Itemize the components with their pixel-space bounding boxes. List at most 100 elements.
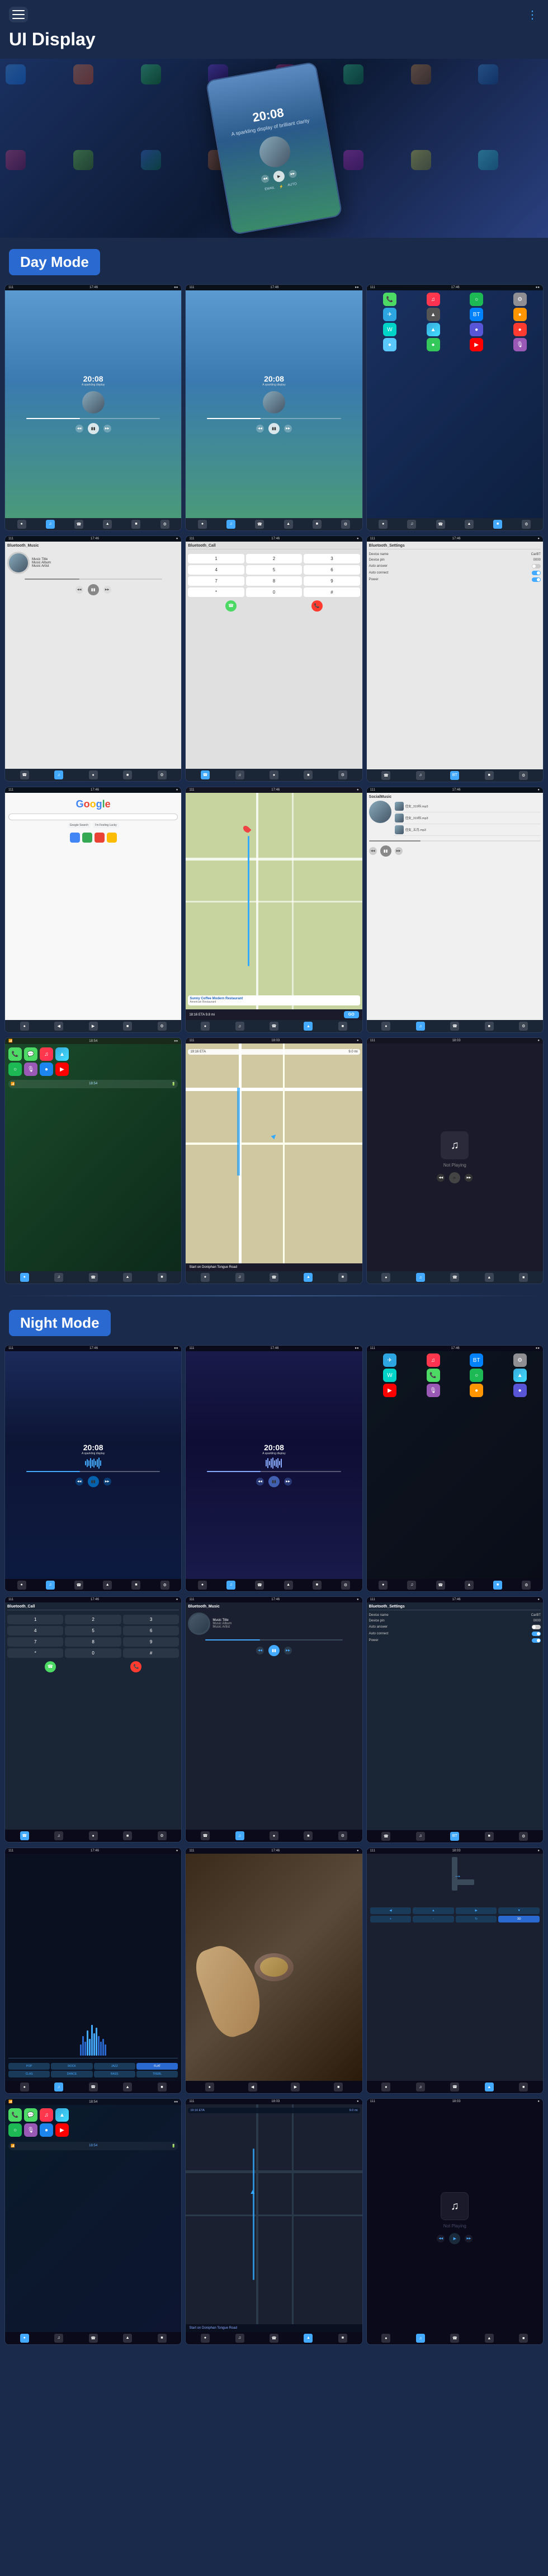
nav-music-3[interactable]: ♫ xyxy=(407,520,416,529)
nk-1[interactable]: 1 xyxy=(7,1615,63,1624)
n-next-1[interactable]: ▶▶ xyxy=(103,1478,111,1486)
nav-apps-3[interactable]: ■ xyxy=(493,520,502,529)
bn6-set[interactable]: ⚙ xyxy=(519,1022,528,1031)
nios-phone[interactable]: 📞 xyxy=(8,2108,22,2122)
nbn7-apps[interactable]: ■ xyxy=(519,2083,528,2091)
eq-preset-2[interactable]: ROCK xyxy=(51,2063,92,2070)
key-4[interactable]: 4 xyxy=(188,565,244,575)
bn8-apps[interactable]: ■ xyxy=(338,1273,347,1282)
bottom-nav-2[interactable]: ● ♫ ☎ ▲ ■ ⚙ xyxy=(186,518,362,530)
bn-phone[interactable]: ☎ xyxy=(20,770,29,779)
bn7-apps[interactable]: ■ xyxy=(158,1273,167,1282)
nbn2-apps[interactable]: ■ xyxy=(123,1831,132,1840)
nbn-home-3[interactable]: ● xyxy=(379,1581,388,1590)
n-end-btn[interactable]: 📞 xyxy=(130,1661,141,1672)
bt-prev[interactable]: ◀◀ xyxy=(75,586,83,594)
eq-preset-3[interactable]: JAZZ xyxy=(94,2063,135,2070)
eq-preset-4[interactable]: FLAT xyxy=(136,2063,178,2070)
eq-preset-5[interactable]: CLAS xyxy=(8,2071,50,2077)
key-1[interactable]: 1 xyxy=(188,554,244,563)
next-btn[interactable]: ▶▶ xyxy=(288,169,297,178)
nbn10-phone[interactable]: ☎ xyxy=(450,2334,459,2343)
n-settings[interactable]: ⚙ xyxy=(513,1353,527,1367)
nbn-music-1[interactable]: ♫ xyxy=(46,1581,55,1590)
nav-nav-2[interactable]: ▲ xyxy=(284,520,293,529)
np-prev[interactable]: ◀◀ xyxy=(437,1174,445,1182)
nk-star[interactable]: * xyxy=(7,1648,63,1658)
key-5[interactable]: 5 xyxy=(246,565,302,575)
feeling-lucky-btn[interactable]: I'm Feeling Lucky xyxy=(93,822,119,828)
nbn9-phone[interactable]: ☎ xyxy=(270,2334,278,2343)
next-1[interactable]: ▶▶ xyxy=(103,425,111,433)
bn6-home[interactable]: ● xyxy=(381,1022,390,1031)
night-nav-8[interactable]: ● ◀ ▶ ■ xyxy=(186,2081,362,2093)
nk-9[interactable]: 9 xyxy=(123,1637,179,1647)
gdrive-icon[interactable] xyxy=(82,833,92,843)
nbn6-back[interactable]: ◀ xyxy=(248,2083,257,2091)
app-yt[interactable]: ▶ xyxy=(470,338,483,351)
n-music[interactable]: ♫ xyxy=(427,1353,440,1367)
app-4[interactable]: ● xyxy=(513,308,527,321)
n-next-2[interactable]: ▶▶ xyxy=(284,1478,292,1486)
bn2-phone[interactable]: ☎ xyxy=(201,770,210,779)
app-settings[interactable]: ⚙ xyxy=(513,293,527,306)
nbt-play[interactable]: ▮▮ xyxy=(268,1645,280,1656)
nbn-music-3[interactable]: ♫ xyxy=(407,1581,416,1590)
bn9-apps[interactable]: ■ xyxy=(519,1273,528,1282)
nnp-play[interactable]: ▶ xyxy=(449,2233,460,2244)
app-6[interactable]: ● xyxy=(513,323,527,336)
bn-apps[interactable]: ■ xyxy=(123,770,132,779)
app-7[interactable]: ● xyxy=(383,338,396,351)
nbn-nav-3[interactable]: ▲ xyxy=(465,1581,474,1590)
eq-preset-8[interactable]: TREBL xyxy=(136,2071,178,2077)
nbn9-nav[interactable]: ▲ xyxy=(304,2334,313,2343)
night-nav-12[interactable]: ● ♫ ☎ ▲ ■ xyxy=(367,2332,543,2344)
bottom-nav-bt-music[interactable]: ☎ ♫ ● ■ ⚙ xyxy=(5,769,181,781)
nbn5-music[interactable]: ♫ xyxy=(54,2083,63,2091)
bn8-music[interactable]: ♫ xyxy=(235,1273,244,1282)
nk-hash[interactable]: # xyxy=(123,1648,179,1658)
nbn8-nav[interactable]: ▲ xyxy=(123,2334,132,2343)
night-nav-4[interactable]: ☎ ♫ ● ■ ⚙ xyxy=(5,1830,181,1842)
app-waze[interactable]: W xyxy=(383,323,396,336)
auto-connect-toggle[interactable] xyxy=(532,571,541,575)
n-telegram[interactable]: ✈ xyxy=(383,1353,396,1367)
night-nav-5[interactable]: ☎ ♫ ● ■ ⚙ xyxy=(186,1830,362,1842)
bn8-phone[interactable]: ☎ xyxy=(270,1273,278,1282)
eq-preset-7[interactable]: BASS xyxy=(94,2071,135,2077)
social-prev[interactable]: ◀◀ xyxy=(369,847,377,855)
ios-phone[interactable]: 📞 xyxy=(8,1047,22,1061)
n-app2[interactable]: ● xyxy=(513,1384,527,1397)
bn6-music[interactable]: ♫ xyxy=(416,1022,425,1031)
nbn4-bt[interactable]: BT xyxy=(450,1832,459,1841)
bn4-back[interactable]: ◀ xyxy=(54,1022,63,1031)
key-6[interactable]: 6 xyxy=(304,565,360,575)
nbn8-phone[interactable]: ☎ xyxy=(89,2334,98,2343)
night-nav-9[interactable]: ● ♫ ☎ ▲ ■ xyxy=(367,2081,543,2093)
n-prev-2[interactable]: ◀◀ xyxy=(256,1478,264,1486)
n-play-2[interactable]: ▮▮ xyxy=(268,1476,280,1487)
nbn-apps-2[interactable]: ■ xyxy=(313,1581,322,1590)
bottom-nav-social[interactable]: ● ♫ ☎ ■ ⚙ xyxy=(367,1020,543,1032)
end-btn[interactable]: 📞 xyxy=(311,600,323,612)
nav-home-2[interactable]: ● xyxy=(198,520,207,529)
bottom-nav-3[interactable]: ● ♫ ☎ ▲ ■ ⚙ xyxy=(367,518,543,530)
bn5-apps[interactable]: ■ xyxy=(338,1022,347,1031)
nbn9-music[interactable]: ♫ xyxy=(235,2334,244,2343)
nk-8[interactable]: 8 xyxy=(65,1637,121,1647)
bn4-set[interactable]: ⚙ xyxy=(158,1022,167,1031)
app-5[interactable]: ● xyxy=(470,323,483,336)
nav-phone-2[interactable]: ☎ xyxy=(255,520,264,529)
social-play[interactable]: ▮▮ xyxy=(380,845,391,857)
nbn2-music[interactable]: ♫ xyxy=(54,1831,63,1840)
nbn-nav-2[interactable]: ▲ xyxy=(284,1581,293,1590)
nbn8-music[interactable]: ♫ xyxy=(54,2334,63,2343)
nav-nav-3[interactable]: ▲ xyxy=(465,520,474,529)
nbn3-call[interactable]: ● xyxy=(270,1831,278,1840)
bn5-phone[interactable]: ☎ xyxy=(270,1022,278,1031)
prev-1[interactable]: ◀◀ xyxy=(75,425,83,433)
nbn6-home[interactable]: ● xyxy=(205,2083,214,2091)
ios-music[interactable]: ♫ xyxy=(40,1047,53,1061)
night-nav-7[interactable]: ● ♫ ☎ ▲ ■ xyxy=(5,2081,181,2093)
nbn-home-1[interactable]: ● xyxy=(17,1581,26,1590)
